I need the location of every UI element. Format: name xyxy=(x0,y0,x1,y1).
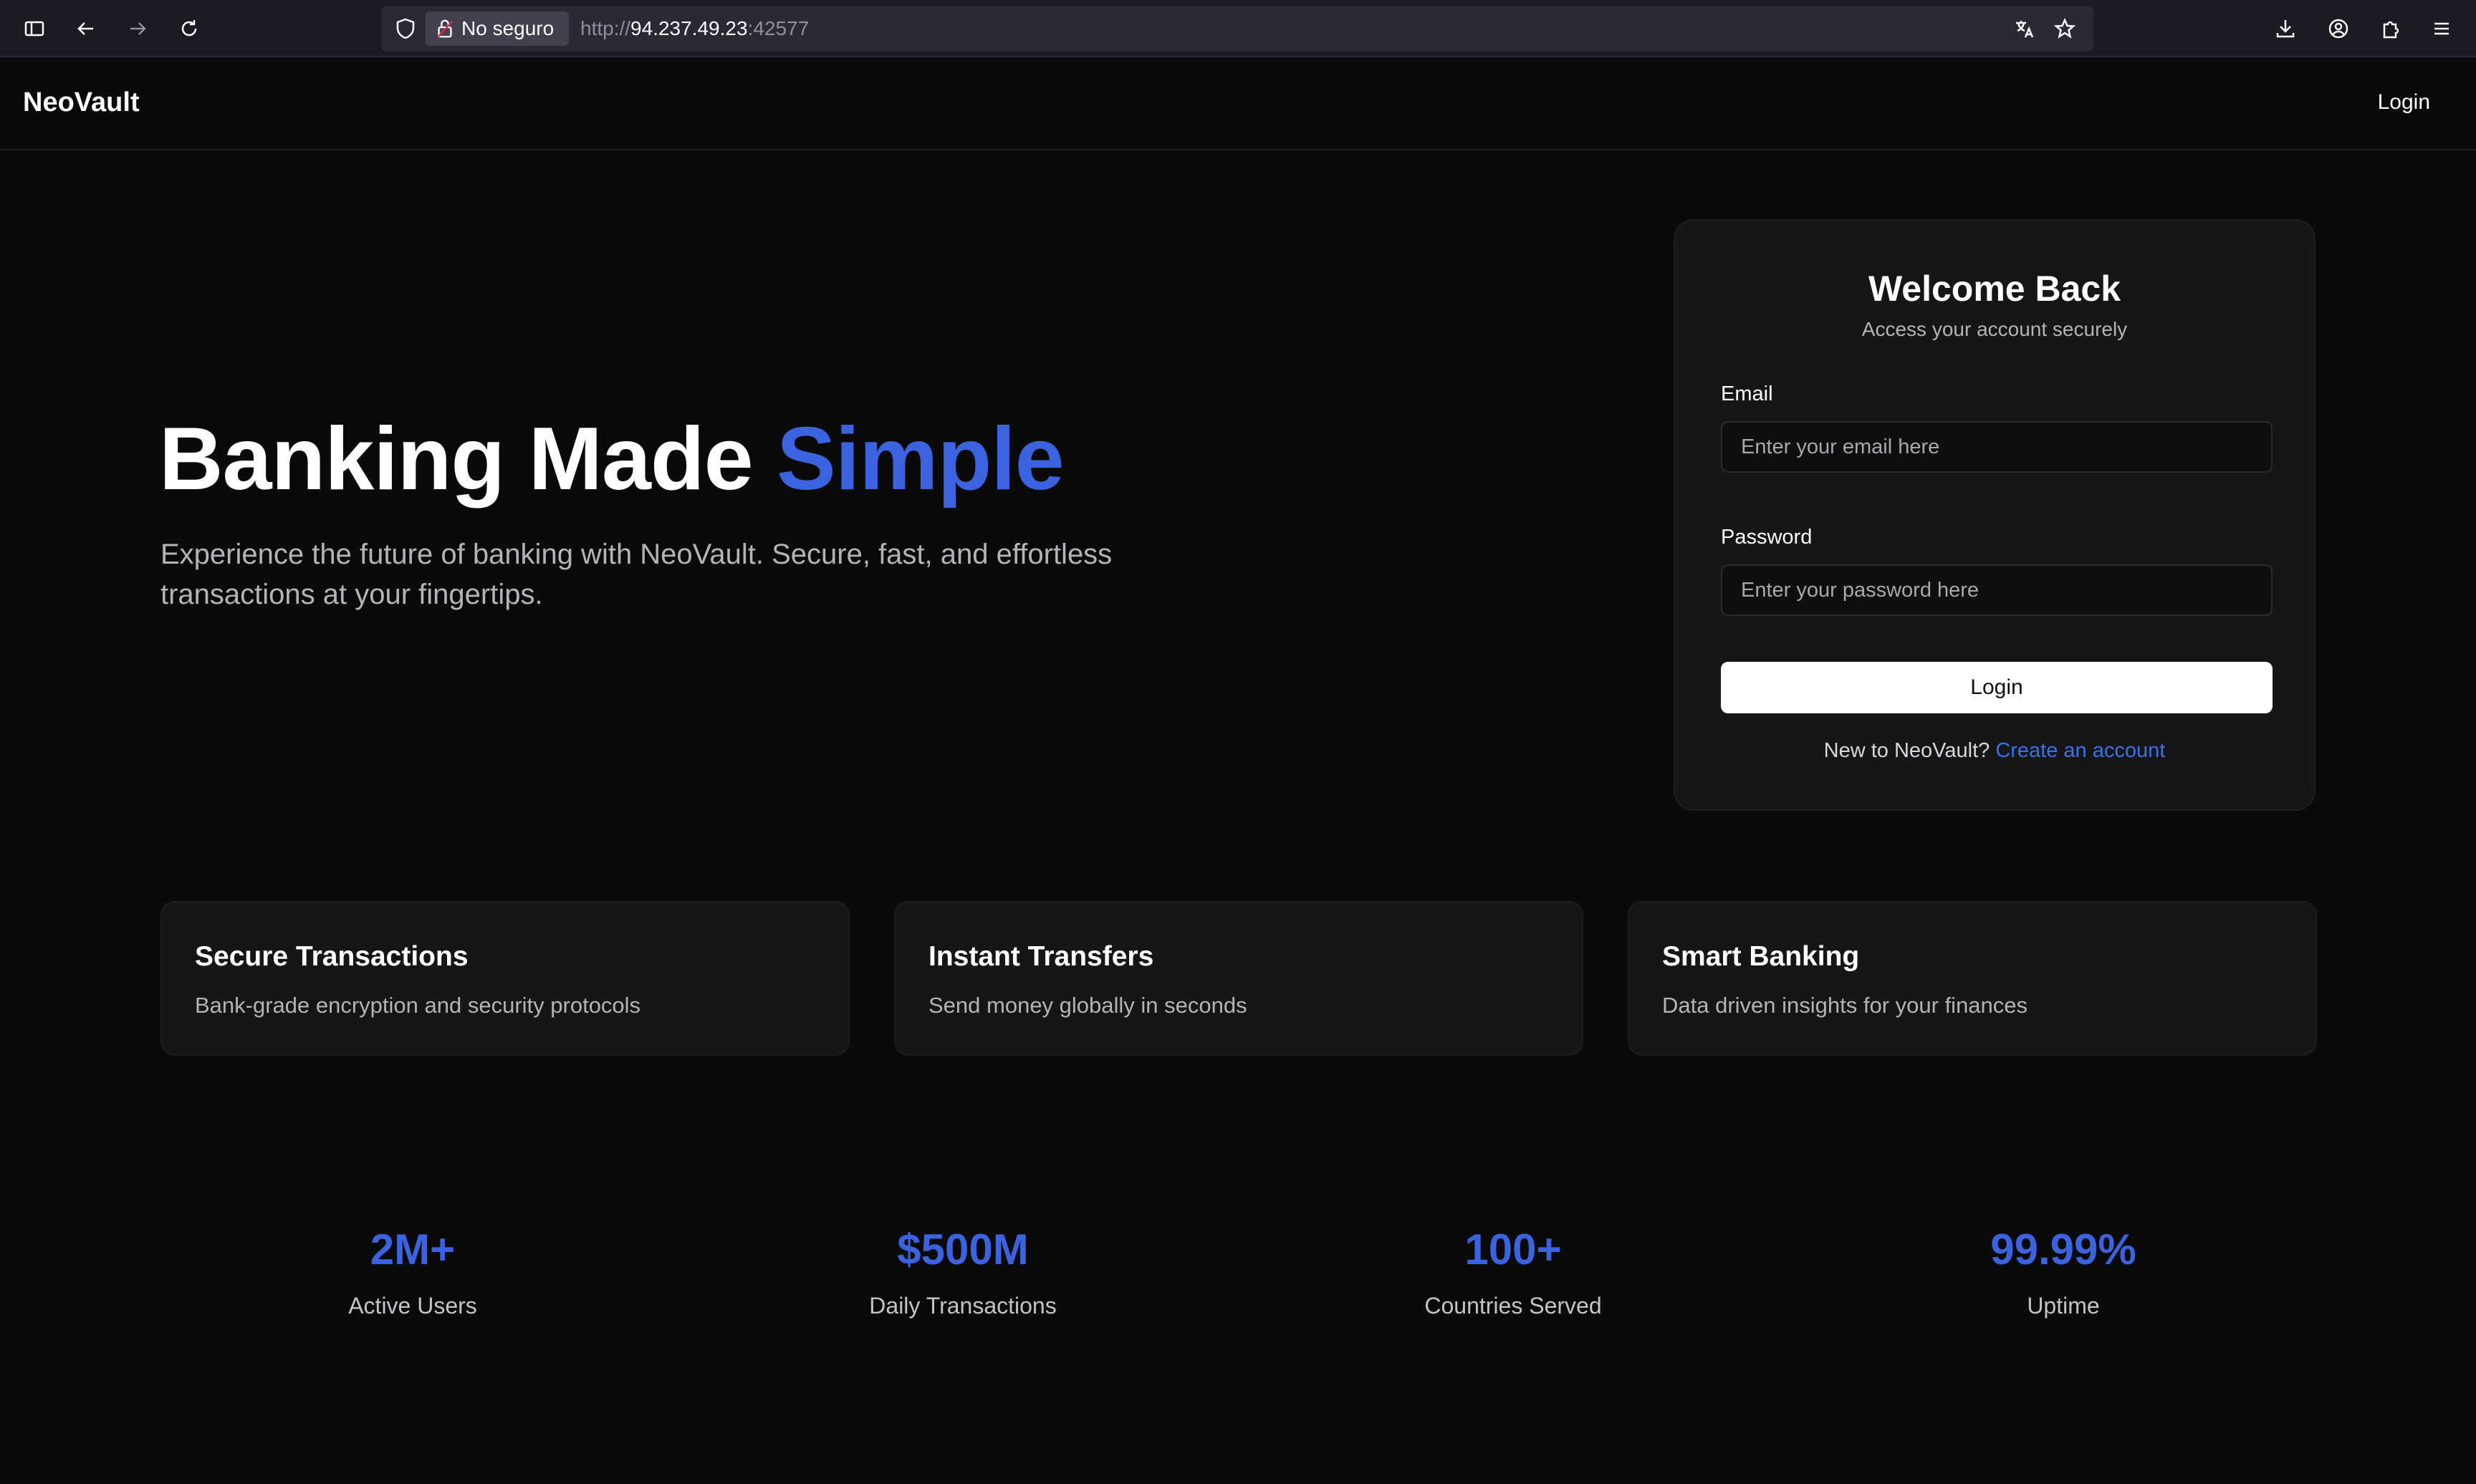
login-subtitle: Access your account securely xyxy=(1861,318,2128,340)
header-login-link[interactable]: Login xyxy=(2378,90,2430,115)
security-label: No seguro xyxy=(461,17,555,39)
url-host: 94.237.49.23 xyxy=(630,17,748,39)
hero-subtitle: Experience the future of banking with Ne… xyxy=(160,539,1113,610)
back-arrow-icon[interactable] xyxy=(69,11,103,46)
stat-label: Uptime xyxy=(2027,1293,2100,1319)
email-label: Email xyxy=(1721,382,1773,405)
feature-title: Smart Banking xyxy=(1662,941,1860,972)
stat-label: Active Users xyxy=(348,1293,477,1319)
stat-label: Daily Transactions xyxy=(869,1293,1057,1319)
stat-value: $500M xyxy=(897,1225,1029,1273)
password-field[interactable] xyxy=(1721,564,2273,616)
stat-daily-transactions: $500M Daily Transactions xyxy=(748,1225,1178,1319)
stat-label: Countries Served xyxy=(1424,1293,1602,1319)
url-scheme: http:// xyxy=(580,17,631,39)
browser-toolbar: No seguro http://94.237.49.23:42577 xyxy=(0,0,2476,57)
login-card: Welcome Back Access your account securel… xyxy=(1674,219,2316,811)
tracking-shield-icon[interactable] xyxy=(394,17,417,40)
feature-title: Secure Transactions xyxy=(195,941,469,972)
hero-title-main: Banking Made xyxy=(159,410,777,509)
feature-card-secure-transactions: Secure Transactions Bank-grade encryptio… xyxy=(160,901,850,1056)
url-text[interactable]: http://94.237.49.23:42577 xyxy=(580,17,809,40)
feature-description: Send money globally in seconds xyxy=(929,993,1247,1018)
not-secure-badge[interactable]: No seguro xyxy=(426,11,569,46)
reload-icon[interactable] xyxy=(172,11,206,46)
bookmark-star-icon[interactable] xyxy=(2053,17,2076,40)
url-port: :42577 xyxy=(747,17,810,39)
hero-title-accent: Simple xyxy=(777,410,1065,509)
downloads-icon[interactable] xyxy=(2268,11,2303,46)
stat-uptime: 99.99% Uptime xyxy=(1848,1225,2278,1319)
feature-card-smart-banking: Smart Banking Data driven insights for y… xyxy=(1628,901,2317,1056)
account-icon[interactable] xyxy=(2321,11,2356,46)
signup-prompt: New to NeoVault? Create an account xyxy=(1675,739,2314,763)
login-title: Welcome Back xyxy=(1868,269,2121,309)
password-label: Password xyxy=(1721,526,1813,549)
create-account-link[interactable]: Create an account xyxy=(1995,739,2165,762)
feature-description: Bank-grade encryption and security proto… xyxy=(195,993,641,1018)
stat-value: 2M+ xyxy=(370,1225,456,1273)
email-field[interactable] xyxy=(1721,421,2273,473)
extensions-icon[interactable] xyxy=(2373,11,2407,46)
sidebar-toggle-icon[interactable] xyxy=(17,11,52,46)
address-bar[interactable]: No seguro http://94.237.49.23:42577 xyxy=(381,6,2093,52)
broken-lock-icon xyxy=(436,19,454,38)
site-header: NeoVault Login xyxy=(0,57,2476,150)
stat-countries-served: 100+ Countries Served xyxy=(1298,1225,1728,1319)
stat-active-users: 2M+ Active Users xyxy=(198,1225,628,1319)
stat-value: 99.99% xyxy=(1990,1225,2136,1273)
feature-description: Data driven insights for your finances xyxy=(1662,993,2028,1018)
menu-icon[interactable] xyxy=(2424,11,2459,46)
brand-logo[interactable]: NeoVault xyxy=(23,87,140,118)
signup-prompt-text: New to NeoVault? xyxy=(1823,739,1996,762)
stat-value: 100+ xyxy=(1464,1225,1562,1273)
hero-title: Banking Made Simple xyxy=(159,408,1065,510)
feature-title: Instant Transfers xyxy=(929,941,1154,972)
login-submit-button[interactable]: Login xyxy=(1721,662,2273,713)
forward-arrow-icon[interactable] xyxy=(120,11,155,46)
translate-icon[interactable] xyxy=(2013,17,2036,40)
feature-card-instant-transfers: Instant Transfers Send money globally in… xyxy=(894,901,1583,1056)
